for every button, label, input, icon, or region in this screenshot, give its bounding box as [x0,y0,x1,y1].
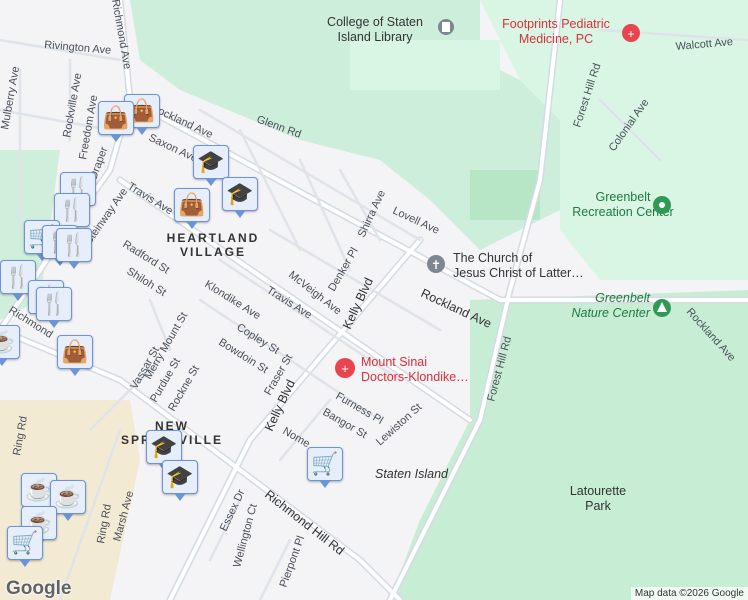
google-logo: Google [6,578,72,599]
school-marker[interactable]: 🎓 [162,460,198,501]
coffee-cup-icon: ☕ [54,484,82,509]
cafe-marker[interactable]: ☕ [0,325,20,366]
medical-icon: + [335,358,355,378]
shopping-bag-icon: 👜 [102,105,130,130]
svg-text:✝: ✝ [431,258,441,272]
church-icon: ✝ [427,255,445,273]
place-label-church[interactable]: The Church of Jesus Christ of Latter… [453,251,584,280]
shopping-marker[interactable]: 👜 [57,335,93,376]
school-marker[interactable]: 🎓 [222,177,258,218]
street-label: Travis Ave [125,180,174,217]
grocery-marker[interactable]: 🛒 [7,526,43,567]
coffee-cup-icon: ☕ [0,329,16,354]
shopping-cart-icon: 🛒 [11,530,39,555]
graduation-cap-icon: 🎓 [226,181,254,206]
place-label-library[interactable]: College of Staten Island Library [327,15,423,44]
shopping-bag-icon: 👜 [61,339,89,364]
svg-text:+: + [627,27,634,41]
school-marker[interactable]: 🎓 [193,145,229,186]
fork-knife-icon: 🍴 [58,197,86,222]
map-canvas[interactable]: Rivington Ave Richmond Ave Rockville Ave… [0,0,748,600]
neighborhood-heartland-village: HEARTLAND VILLAGE [167,231,260,259]
street-label: Rockville Ave [61,72,84,138]
grocery-marker[interactable]: 🛒 [307,447,343,488]
coffee-cup-icon: ☕ [25,477,53,502]
street-label: Richmond Hill Rd [262,487,347,558]
tree-icon [653,299,671,317]
map-attribution[interactable]: Map data ©2026 Google [630,587,748,600]
graduation-cap-icon: 🎓 [197,149,225,174]
fork-knife-icon: 🍴 [60,232,88,257]
shopping-cart-icon: 🛒 [311,451,339,476]
street-label: Lovell Ave [391,205,441,237]
place-label-mount-sinai[interactable]: Mount Sinai Doctors-Klondike… [361,355,469,384]
place-label-staten-island: Staten Island [375,467,449,481]
place-label-nature-center[interactable]: Greenbelt Nature Center [571,291,650,320]
medical-icon: + [622,24,640,42]
shopping-marker[interactable]: 👜 [174,188,210,229]
street-label: Pierpont Pl [278,534,308,589]
fork-knife-icon: 🍴 [40,291,68,316]
school-marker[interactable]: 🎓 [146,430,182,471]
shopping-bag-icon: 👜 [178,192,206,217]
graduation-cap-icon: 🎓 [150,434,178,459]
street-label: Lewiston St [374,401,424,448]
graduation-cap-icon: 🎓 [166,464,194,489]
street-label: Klondike Ave [202,278,262,322]
library-icon [438,19,454,35]
park-icon [653,196,671,214]
restaurant-marker[interactable]: 🍴 [36,287,72,328]
svg-text:+: + [341,361,349,376]
restaurant-marker[interactable]: 🍴 [56,228,92,269]
shopping-marker[interactable]: 👜 [98,101,134,142]
